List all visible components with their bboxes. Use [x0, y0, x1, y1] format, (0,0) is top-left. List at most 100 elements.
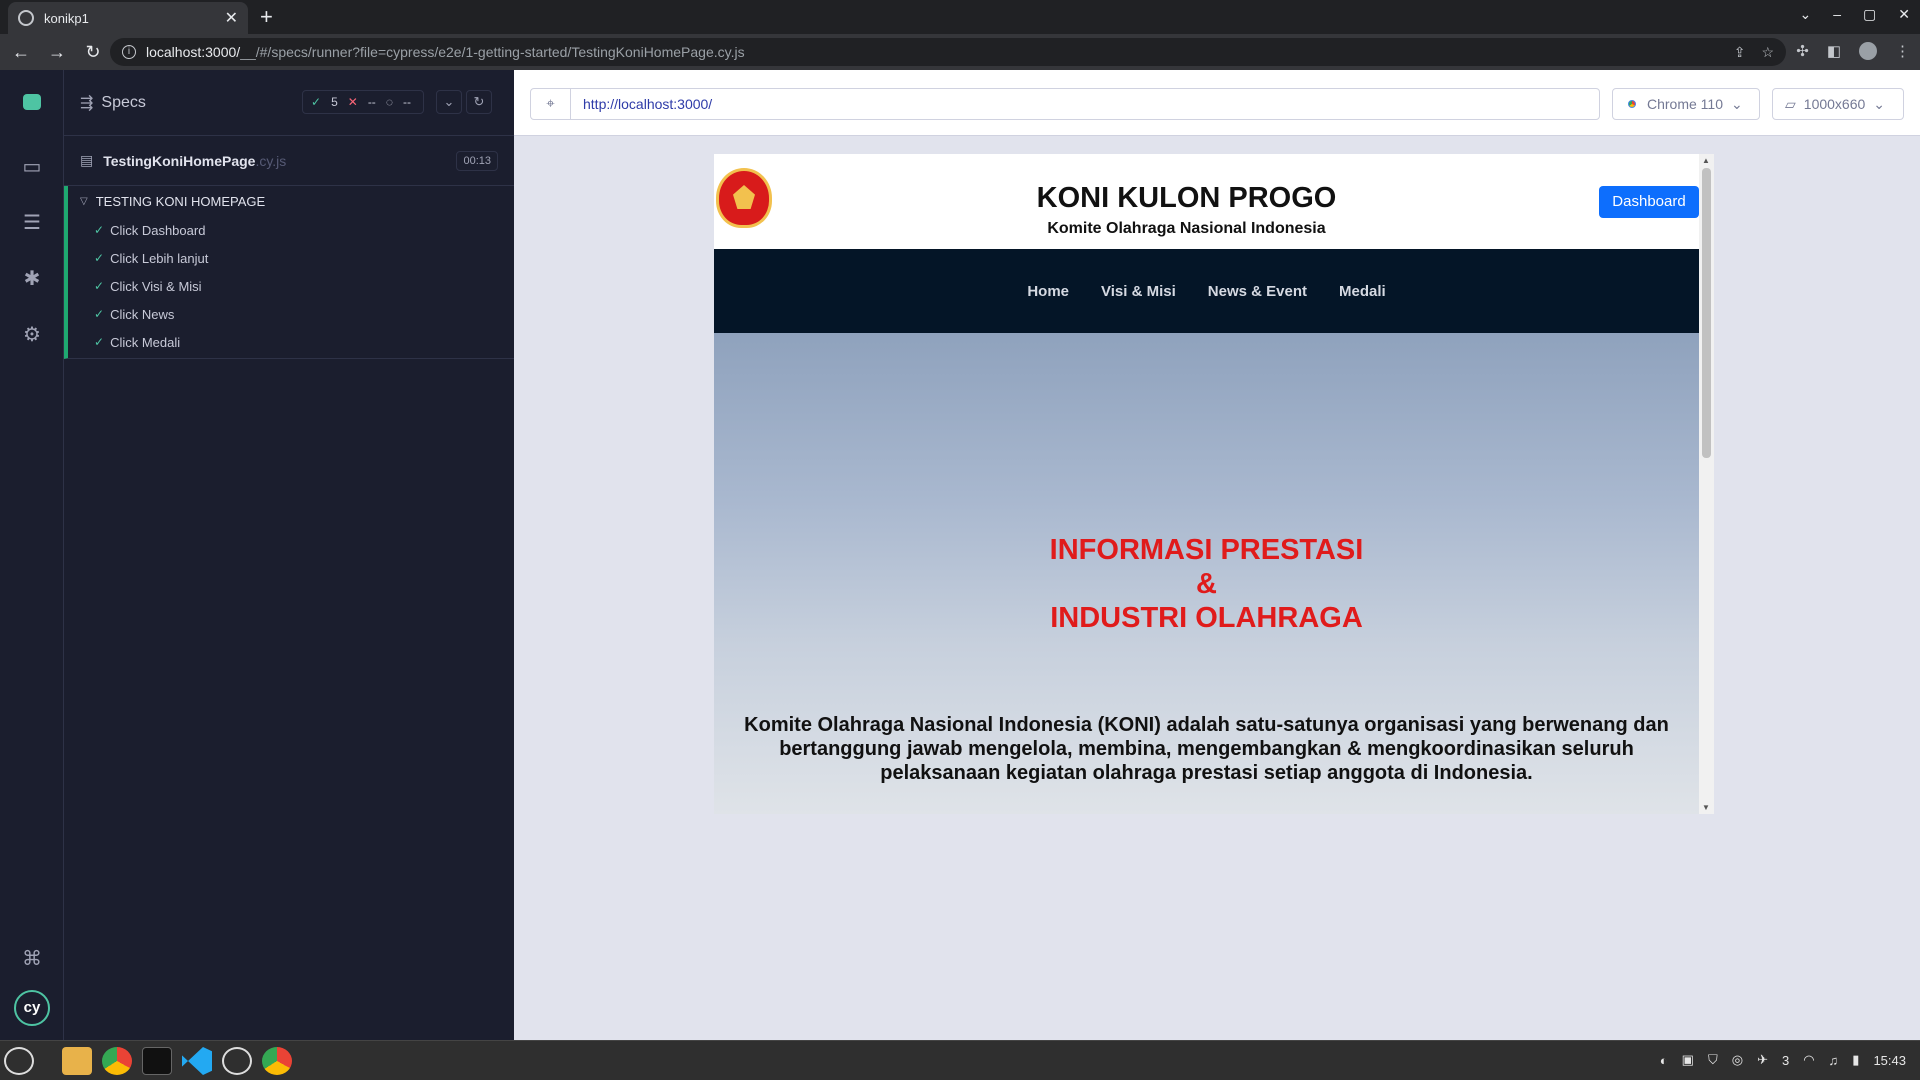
project-logo-icon[interactable]	[23, 94, 41, 110]
bookmark-star-icon[interactable]: ☆	[1761, 44, 1774, 61]
chrome-logo-icon	[1625, 97, 1639, 111]
nav-visi-misi[interactable]: Visi & Misi	[1101, 283, 1176, 300]
tab-search-icon[interactable]: ⌄	[1800, 6, 1812, 23]
mint-menu-icon[interactable]	[4, 1047, 34, 1075]
chevron-down-icon: ▽	[80, 195, 88, 207]
files-icon[interactable]	[62, 1047, 92, 1075]
tray-icon[interactable]: ◐	[1660, 1053, 1668, 1068]
wifi-icon[interactable]: ◠	[1803, 1052, 1814, 1068]
share-icon[interactable]: ⇪	[1734, 44, 1746, 61]
dashboard-button[interactable]: Dashboard	[1599, 186, 1699, 218]
test-label: Click News	[110, 306, 175, 322]
reporter-header-label[interactable]: Specs	[101, 94, 145, 112]
scroll-down-icon[interactable]: ▼	[1702, 803, 1710, 812]
minimize-icon[interactable]: –	[1833, 6, 1841, 23]
reload-icon[interactable]: ↻	[78, 42, 108, 63]
pass-check-icon: ✓	[94, 223, 105, 237]
nav-news-event[interactable]: News & Event	[1208, 283, 1307, 300]
pending-icon: ◌	[385, 95, 393, 109]
keyboard-shortcuts-icon[interactable]: ⌘	[20, 946, 44, 970]
forward-icon[interactable]: →	[42, 42, 72, 63]
pass-check-icon: ✓	[94, 335, 105, 349]
aut-url[interactable]: http://localhost:3000/	[571, 96, 712, 112]
aut-header: ⌖ http://localhost:3000/ Chrome 110 ⌄ ▱ …	[514, 70, 1920, 136]
pass-check-icon: ✓	[94, 279, 105, 293]
test-item[interactable]: ✓ Click Visi & Misi	[68, 272, 514, 300]
clock[interactable]: 15:43	[1873, 1053, 1906, 1068]
browser-label: Chrome 110	[1647, 96, 1724, 112]
vscode-icon[interactable]	[182, 1047, 212, 1075]
battery-icon[interactable]: ▮	[1852, 1052, 1859, 1068]
spec-file-row[interactable]: ▤ TestingKoniHomePage .cy.js 00:13	[64, 136, 514, 186]
hero-description: Komite Olahraga Nasional Indonesia (KONI…	[744, 714, 1669, 784]
test-item[interactable]: ✓ Click News	[68, 300, 514, 328]
site-info-icon[interactable]: i	[122, 45, 136, 59]
spec-name: TestingKoniHomePage	[103, 152, 256, 169]
browser-toolbar: ← → ↻ i localhost:3000/ __/#/specs/runne…	[0, 34, 1920, 70]
hero-line: INFORMASI PRESTASI	[1049, 534, 1364, 566]
suite-header[interactable]: ▽ TESTING KONI HOMEPAGE	[68, 186, 514, 216]
site-header: KONI KULON PROGO Komite Olahraga Nasiona…	[714, 154, 1699, 249]
passed-count: 5	[331, 95, 338, 109]
test-item[interactable]: ✓ Click Dashboard	[68, 216, 514, 244]
browser-tab-bar: konikp1 ✕ + ⌄ – ▢ ✕	[0, 0, 1920, 34]
restore-icon[interactable]: ▢	[1863, 6, 1876, 23]
cypress-app-icon[interactable]	[222, 1047, 252, 1075]
settings-gear-icon[interactable]: ⚙	[20, 322, 44, 346]
chrome-menu-icon[interactable]: ⋮	[1895, 42, 1910, 60]
nav-home[interactable]: Home	[1027, 283, 1069, 300]
runs-nav-icon[interactable]: ☰	[20, 210, 44, 234]
system-tray: ◐ ▣ ⛉ ◎ ✈ 3 ◠ ♫ ▮ 15:43	[1660, 1052, 1906, 1068]
close-tab-icon[interactable]: ✕	[225, 8, 238, 28]
test-reporter: ⇶ Specs ✓ 5 ✕ -- ◌ -- ⌄ ↻ ▤ TestingKoniH…	[64, 70, 514, 1040]
failed-count: --	[367, 95, 376, 109]
sound-icon[interactable]: ♫	[1829, 1053, 1839, 1068]
viewport-icon: ▱	[1785, 95, 1796, 112]
rerun-button[interactable]: ↻	[466, 90, 492, 114]
test-suite: ▽ TESTING KONI HOMEPAGE ✓ Click Dashboard…	[64, 186, 514, 359]
notification-icon[interactable]: ✈	[1757, 1052, 1768, 1068]
selector-playground-icon[interactable]: ⌖	[531, 89, 571, 119]
os-taskbar: ◐ ▣ ⛉ ◎ ✈ 3 ◠ ♫ ▮ 15:43	[0, 1040, 1920, 1080]
clipboard-icon[interactable]: ▣	[1682, 1052, 1694, 1068]
specs-list-icon[interactable]: ⇶	[80, 93, 93, 113]
new-tab-button[interactable]: +	[260, 4, 273, 30]
address-bar[interactable]: i localhost:3000/ __/#/specs/runner?file…	[110, 38, 1786, 66]
viewport-selector[interactable]: ▱ 1000x660 ⌄	[1772, 88, 1904, 120]
collapse-toggle-button[interactable]: ⌄	[436, 90, 462, 114]
extensions-icon[interactable]: ✣	[1796, 42, 1809, 60]
hero-line: INDUSTRI OLAHRAGA	[1050, 602, 1363, 634]
test-stats: ✓ 5 ✕ -- ◌ --	[302, 90, 424, 114]
app-scrollbar[interactable]: ▲ ▼	[1699, 154, 1714, 814]
document-icon: ▤	[80, 152, 94, 168]
back-icon[interactable]: ←	[6, 42, 36, 63]
debug-nav-icon[interactable]: ✱	[20, 266, 44, 290]
drive-icon[interactable]: ◎	[1732, 1052, 1743, 1068]
side-panel-icon[interactable]: ◧	[1827, 42, 1841, 60]
pending-count: --	[402, 95, 411, 109]
scroll-up-icon[interactable]: ▲	[1702, 156, 1710, 165]
terminal-icon[interactable]	[142, 1047, 172, 1075]
chrome-active-icon[interactable]	[262, 1047, 292, 1075]
window-controls: ⌄ – ▢ ✕	[1800, 6, 1911, 23]
test-item[interactable]: ✓ Click Medali	[68, 328, 514, 356]
profile-avatar[interactable]	[1859, 42, 1877, 60]
shield-icon[interactable]: ⛉	[1708, 1052, 1718, 1068]
browser-tab[interactable]: konikp1 ✕	[8, 2, 248, 34]
app-iframe: KONI KULON PROGO Komite Olahraga Nasiona…	[714, 154, 1714, 814]
chrome-icon[interactable]	[102, 1047, 132, 1075]
specs-nav-icon[interactable]: ▭	[20, 154, 44, 178]
cypress-logo-icon: cy	[14, 990, 50, 1026]
test-item[interactable]: ✓ Click Lebih lanjut	[68, 244, 514, 272]
browser-selector[interactable]: Chrome 110 ⌄	[1612, 88, 1760, 120]
app-under-test-panel: ⌖ http://localhost:3000/ Chrome 110 ⌄ ▱ …	[514, 70, 1920, 1040]
close-window-icon[interactable]: ✕	[1898, 6, 1910, 23]
hero-line: &	[1196, 568, 1217, 600]
pass-check-icon: ✓	[94, 251, 105, 265]
test-label: Click Dashboard	[110, 222, 206, 238]
hero-title: INFORMASI PRESTASI & INDUSTRI OLAHRAGA	[714, 533, 1699, 635]
chevron-down-icon: ⌄	[1731, 95, 1743, 112]
scroll-thumb[interactable]	[1702, 168, 1711, 458]
test-label: Click Visi & Misi	[110, 278, 202, 294]
nav-medali[interactable]: Medali	[1339, 283, 1386, 300]
